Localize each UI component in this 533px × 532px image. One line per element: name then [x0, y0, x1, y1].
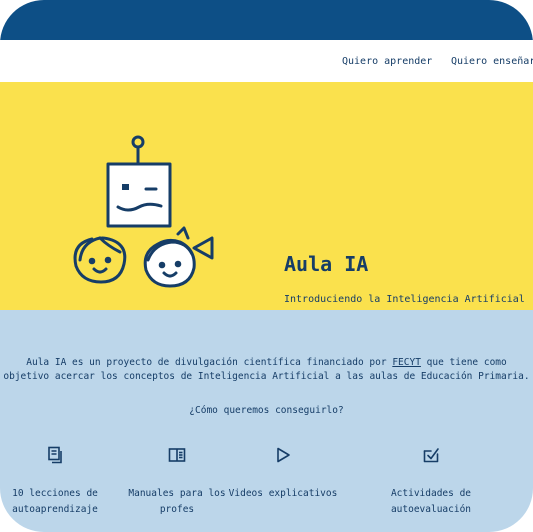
feature-videos-label: Videos explicativos	[228, 488, 338, 499]
top-bar	[0, 0, 533, 40]
description-text-mid: que tiene como	[426, 357, 507, 368]
feature-activities-label: Actividades de autoevaluación	[390, 488, 472, 515]
feature-videos[interactable]: Videos explicativos	[218, 446, 348, 502]
project-description: Aula IA es un proyecto de divulgación ci…	[0, 356, 533, 384]
hero-title: Aula IA	[284, 252, 369, 276]
fecyt-link[interactable]: FECYT	[392, 357, 421, 368]
description-line-1: Aula IA es un proyecto de divulgación ci…	[0, 356, 533, 370]
page-frame: Quiero aprender Quiero enseñar Aula IA I…	[0, 0, 533, 532]
navigation-bar: Quiero aprender Quiero enseñar	[0, 40, 533, 82]
features-row: 10 lecciones de autoaprendizaje Manuales…	[0, 446, 533, 526]
play-icon	[277, 447, 290, 463]
description-text-start: Aula IA es un proyecto de divulgación ci…	[26, 357, 387, 368]
hero-section: Aula IA Introduciendo la Inteligencia Ar…	[0, 82, 533, 321]
info-section: Aula IA es un proyecto de divulgación ci…	[0, 310, 533, 532]
feature-activities[interactable]: Actividades de autoevaluación	[366, 446, 496, 518]
description-line-2: objetivo acercar los conceptos de Inteli…	[3, 371, 530, 382]
nav-link-quiero-aprender[interactable]: Quiero aprender	[342, 56, 432, 67]
feature-lessons-label: 10 lecciones de autoaprendizaje	[12, 488, 98, 515]
nav-link-quiero-ensenar[interactable]: Quiero enseñar	[451, 56, 533, 67]
how-question: ¿Cómo queremos conseguirlo?	[189, 405, 344, 416]
feature-lessons[interactable]: 10 lecciones de autoaprendizaje	[0, 446, 120, 518]
documents-icon	[48, 446, 62, 464]
book-icon	[168, 448, 186, 462]
robot-and-children-logo	[73, 135, 214, 288]
checkbox-icon	[423, 448, 439, 463]
